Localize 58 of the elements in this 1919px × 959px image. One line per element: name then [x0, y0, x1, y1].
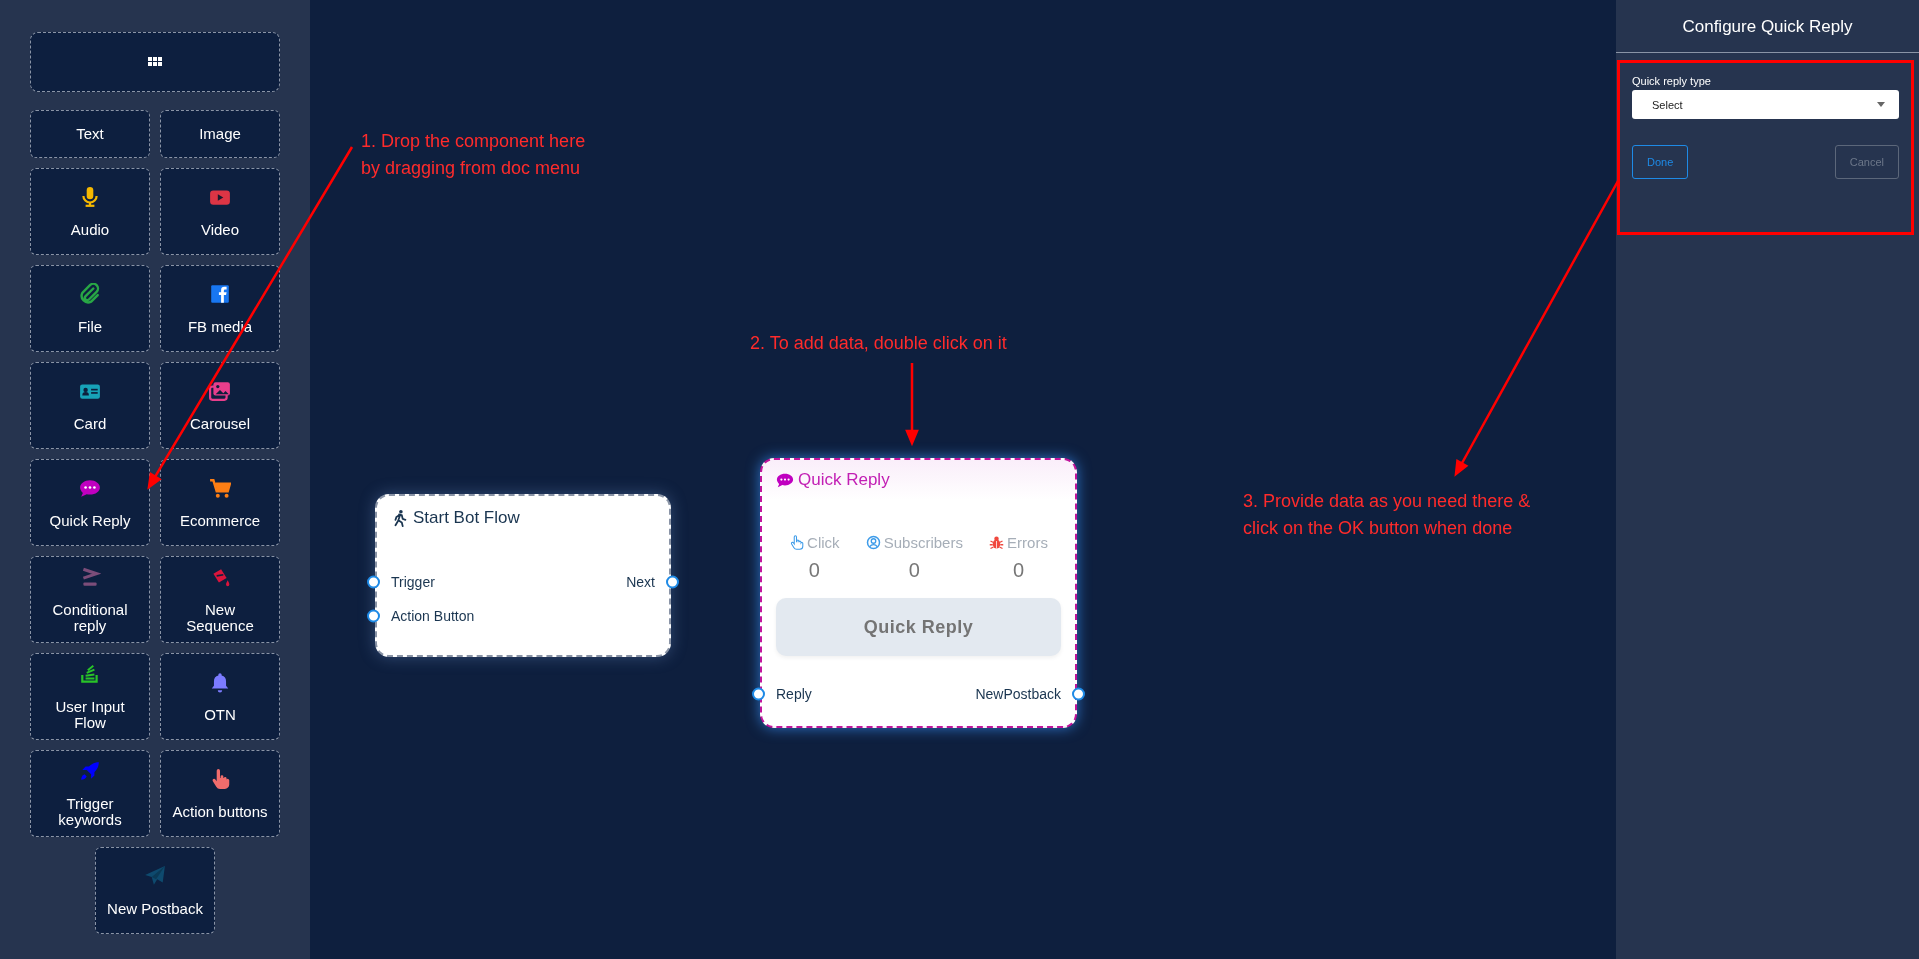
user-circle-icon — [865, 535, 881, 550]
component-tile[interactable]: User Input Flow — [30, 653, 150, 740]
annotation-text: 2. To add data, double click on it — [750, 332, 1007, 355]
component-tile[interactable]: Text — [30, 110, 150, 158]
component-tile[interactable]: Video — [160, 168, 280, 255]
input-port-label: Trigger — [391, 574, 475, 590]
component-tile[interactable]: Ecommerce — [160, 459, 280, 546]
chat-bubble-icon — [776, 471, 794, 489]
cart-icon — [209, 476, 231, 499]
component-tile[interactable]: File — [30, 265, 150, 352]
component-tile[interactable]: Conditional reply — [30, 556, 150, 643]
field-label: Quick reply type — [1632, 75, 1712, 87]
component-tile[interactable]: Quick Reply — [30, 459, 150, 546]
input-port-label: Action Button — [391, 608, 475, 624]
output-port-label: NewPostback — [975, 686, 1061, 702]
microphone-icon — [79, 185, 101, 208]
component-tile[interactable]: New Postback — [95, 847, 215, 934]
quick-reply-button[interactable]: Quick Reply — [776, 598, 1061, 656]
paperclip-icon — [79, 282, 101, 305]
annotation-text: 1. Drop the component here by dragging from doc menu — [361, 130, 586, 180]
annotation-text: 3. Provide data as you need there & click on the OK button when done — [1243, 490, 1531, 540]
connector-handle[interactable] — [752, 687, 765, 701]
node-title: Quick Reply — [798, 470, 890, 490]
caret-icon — [1877, 102, 1885, 107]
input-port-label: Reply — [776, 686, 812, 702]
component-tile[interactable]: Image — [160, 110, 280, 158]
images-icon — [209, 379, 231, 402]
component-tile[interactable]: Trigger keywords — [30, 750, 150, 837]
done-button[interactable]: Done — [1632, 145, 1689, 179]
stat-label: Subscribers — [883, 534, 963, 551]
bug-icon — [989, 535, 1005, 550]
component-tile[interactable]: Carousel — [160, 362, 280, 449]
type-select[interactable]: Select — [1632, 90, 1899, 119]
component-tile[interactable]: New Sequence — [160, 556, 280, 643]
component-tile[interactable]: Card — [30, 362, 150, 449]
stat-label: Errors — [1007, 534, 1048, 551]
output-port-label: Next — [626, 574, 655, 590]
connector-handle[interactable] — [367, 609, 380, 623]
connector-handle[interactable] — [367, 575, 380, 589]
stat-value: 0 — [1012, 559, 1025, 582]
square-logo-icon — [209, 282, 231, 305]
node-title: Start Bot Flow — [413, 508, 520, 528]
grid-icon — [148, 57, 162, 67]
stat-label: Click — [807, 534, 840, 551]
component-tile[interactable]: OTN — [160, 653, 280, 740]
component-tile[interactable]: Audio — [30, 168, 150, 255]
grid-menu-button[interactable] — [30, 32, 280, 92]
paper-plane-icon — [144, 864, 166, 887]
panel-title: Configure Quick Reply — [1616, 0, 1919, 53]
stat-value: 0 — [908, 559, 920, 582]
stat-value: 0 — [808, 559, 820, 582]
rocket-icon — [79, 759, 101, 782]
stack-icon — [79, 662, 101, 685]
pointing-hand-icon — [789, 535, 805, 550]
component-tile[interactable]: Action buttons — [160, 750, 280, 837]
connector-handle[interactable] — [666, 575, 679, 589]
connector-handle[interactable] — [1072, 687, 1085, 701]
bell-icon — [209, 670, 231, 693]
